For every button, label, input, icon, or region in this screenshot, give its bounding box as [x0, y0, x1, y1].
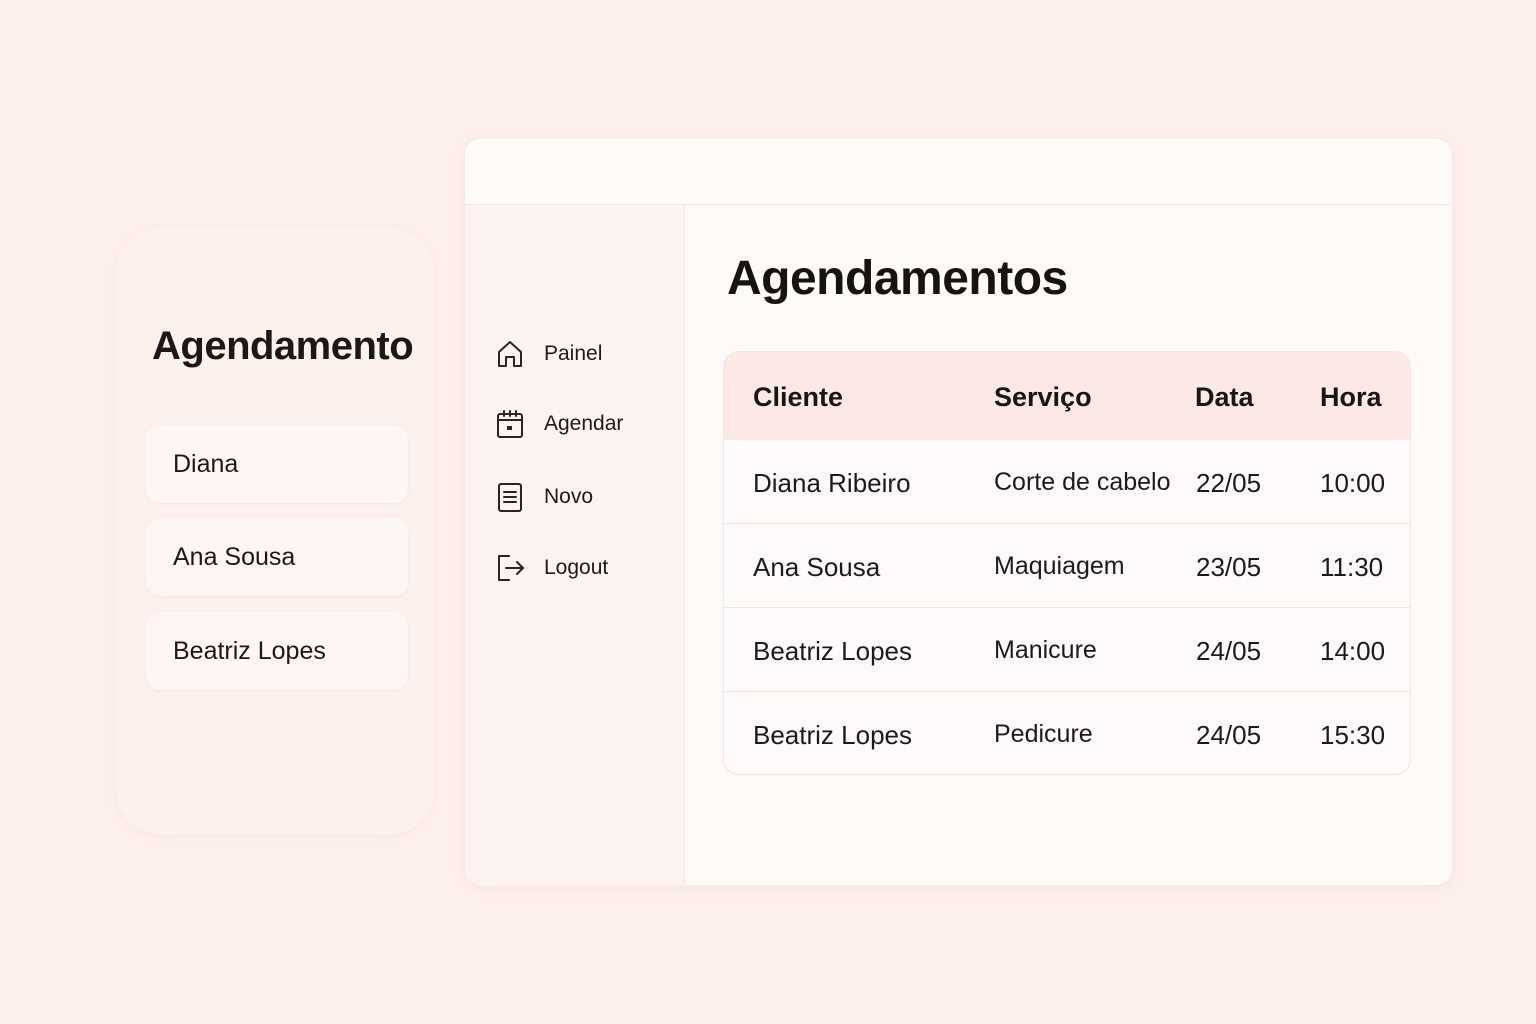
- table-row[interactable]: Beatriz Lopes Manicure 24/05 14:00: [724, 608, 1410, 692]
- document-icon: [498, 483, 522, 512]
- cell-cliente: Beatriz Lopes: [753, 636, 912, 666]
- sidebar-item-label: Logout: [544, 556, 609, 579]
- appointments-table: Cliente Serviço Data Hora Diana Ribeiro …: [723, 351, 1411, 775]
- page-title: Agendamentos: [727, 252, 1068, 305]
- client-item-ana-sousa[interactable]: Ana Sousa: [146, 518, 408, 596]
- column-header-servico: Serviço: [994, 382, 1092, 412]
- cell-cliente: Diana Ribeiro: [753, 468, 911, 498]
- home-icon: [498, 341, 522, 367]
- sidebar: Painel Agendar Novo Logout: [465, 205, 685, 885]
- sidebar-item-agendar[interactable]: Agendar: [495, 404, 623, 444]
- cell-hora: 14:00: [1320, 636, 1386, 666]
- cell-hora: 10:00: [1320, 468, 1386, 498]
- calendar-icon: [497, 410, 523, 438]
- app-window: Painel Agendar Novo Logout Agendamentos …: [465, 139, 1452, 885]
- sidebar-item-label: Novo: [544, 485, 594, 508]
- client-list-title: Agendamento: [152, 324, 414, 368]
- cell-data: 22/05: [1196, 468, 1262, 498]
- sidebar-item-logout[interactable]: Logout: [495, 548, 608, 588]
- app-stage: Agendamento Diana Ana Sousa Beatriz Lope…: [0, 0, 1536, 1024]
- client-item-beatriz-lopes[interactable]: Beatriz Lopes: [146, 612, 408, 690]
- cell-hora: 15:30: [1320, 720, 1386, 750]
- client-item-diana[interactable]: Diana: [146, 425, 408, 503]
- cell-cliente: Ana Sousa: [753, 552, 881, 582]
- table-row[interactable]: Diana Ribeiro Corte de cabelo 22/05 10:0…: [724, 440, 1410, 524]
- logout-icon: [498, 555, 524, 581]
- window-top-bar: [465, 139, 1452, 205]
- cell-hora: 11:30: [1320, 552, 1384, 582]
- cell-cliente: Beatriz Lopes: [753, 720, 912, 750]
- column-header-data: Data: [1195, 382, 1254, 412]
- cell-data: 23/05: [1196, 552, 1262, 582]
- sidebar-item-label: Painel: [544, 342, 603, 365]
- table-row[interactable]: Beatriz Lopes Pedicure 24/05 15:30: [724, 692, 1410, 774]
- column-header-cliente: Cliente: [753, 382, 844, 412]
- cell-data: 24/05: [1196, 720, 1262, 750]
- main-content: Agendamentos Cliente Serviço Data Hora D…: [686, 205, 1452, 885]
- sidebar-item-novo[interactable]: Novo: [495, 477, 593, 517]
- column-header-hora: Hora: [1320, 382, 1382, 412]
- table-row[interactable]: Ana Sousa Maquiagem 23/05 11:30: [724, 524, 1410, 608]
- sidebar-item-label: Agendar: [544, 412, 624, 435]
- cell-servico: Manicure: [994, 636, 1097, 664]
- cell-servico: Maquiagem: [994, 552, 1125, 580]
- client-list-card: Agendamento Diana Ana Sousa Beatriz Lope…: [116, 228, 434, 834]
- cell-data: 24/05: [1196, 636, 1262, 666]
- cell-servico: Corte de cabelo: [994, 468, 1171, 496]
- sidebar-item-painel[interactable]: Painel: [495, 334, 602, 374]
- cell-servico: Pedicure: [994, 720, 1093, 748]
- table-header: Cliente Serviço Data Hora: [724, 352, 1410, 440]
